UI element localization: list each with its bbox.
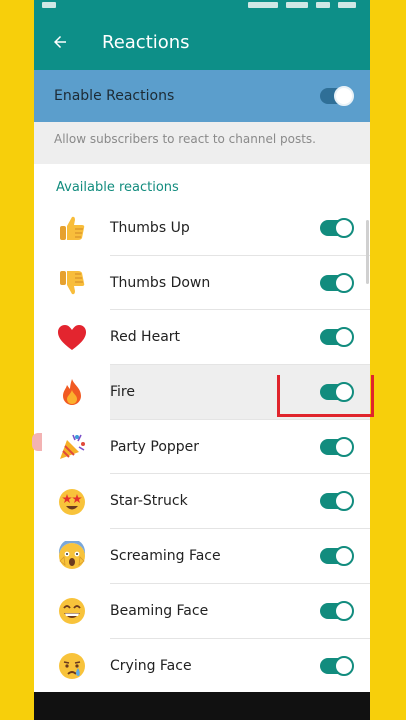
- enable-reactions-toggle[interactable]: [320, 86, 354, 106]
- reaction-item-thumbs-down[interactable]: Thumbs Down: [34, 256, 370, 311]
- reaction-item-beaming-face[interactable]: Beaming Face: [34, 584, 370, 639]
- highlight-annotation-box: [277, 375, 374, 417]
- reaction-item-crying-face[interactable]: Crying Face: [34, 639, 370, 694]
- reaction-label: Crying Face: [110, 657, 192, 674]
- reaction-toggle[interactable]: [320, 655, 354, 676]
- reactions-list: Thumbs Up Thumbs Down Red Heart Fire Par…: [34, 201, 370, 693]
- thumbs-up-icon: [60, 217, 85, 241]
- reaction-toggle[interactable]: [320, 436, 354, 457]
- reaction-item-red-heart[interactable]: Red Heart: [34, 310, 370, 366]
- touch-indicator: [32, 433, 42, 451]
- phone-screen: Reactions Enable Reactions Allow subscri…: [34, 0, 370, 720]
- reaction-toggle[interactable]: [320, 327, 354, 348]
- party-popper-icon: [60, 434, 85, 460]
- status-bar: [34, 0, 370, 14]
- reaction-item-screaming-face[interactable]: Screaming Face: [34, 529, 370, 584]
- reaction-toggle[interactable]: [320, 217, 354, 238]
- app-bar: Reactions: [34, 14, 370, 70]
- red-heart-icon: [58, 324, 86, 350]
- reaction-label: Screaming Face: [110, 547, 221, 564]
- arrow-left-icon: [54, 36, 66, 48]
- reaction-label: Thumbs Up: [110, 219, 190, 236]
- reaction-label: Red Heart: [110, 329, 181, 346]
- enable-reactions-label: Enable Reactions: [54, 88, 175, 104]
- beaming-face-icon: [59, 598, 85, 625]
- reaction-label: Party Popper: [110, 438, 200, 455]
- reaction-label: Star-Struck: [110, 493, 188, 510]
- crying-face-icon: [59, 652, 85, 679]
- reaction-toggle[interactable]: [320, 491, 354, 512]
- navigation-bar: [34, 692, 370, 720]
- reaction-toggle[interactable]: [320, 545, 354, 566]
- reaction-toggle[interactable]: [320, 600, 354, 621]
- enable-reactions-row[interactable]: Enable Reactions: [34, 70, 370, 122]
- star-struck-icon: [59, 488, 85, 515]
- page-title: Reactions: [102, 31, 190, 53]
- reaction-label: Beaming Face: [110, 602, 209, 619]
- reaction-label: Thumbs Down: [110, 274, 211, 291]
- reaction-item-thumbs-up[interactable]: Thumbs Up: [34, 201, 370, 256]
- reaction-item-party-popper[interactable]: Party Popper: [34, 420, 370, 475]
- reaction-label: Fire: [110, 383, 135, 400]
- reaction-toggle[interactable]: [320, 272, 354, 293]
- hint-text: Allow subscribers to react to channel po…: [34, 122, 370, 164]
- section-title: Available reactions: [56, 180, 179, 195]
- screaming-face-icon: [59, 541, 85, 570]
- fire-icon: [63, 379, 81, 406]
- reaction-item-star-struck[interactable]: Star-Struck: [34, 474, 370, 530]
- scrollbar[interactable]: [366, 220, 369, 284]
- back-button[interactable]: [34, 14, 86, 70]
- thumbs-down-icon: [60, 271, 85, 295]
